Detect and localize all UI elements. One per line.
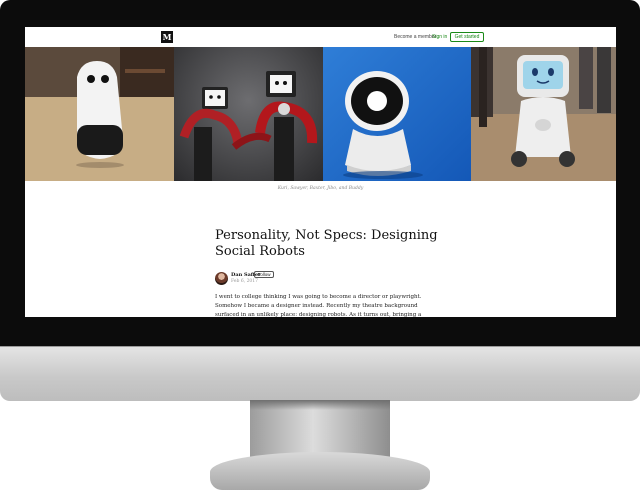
article-body: I went to college thinking I was going t…	[215, 294, 422, 317]
become-member-link[interactable]: Become a member	[394, 34, 436, 40]
sign-in-link[interactable]: Sign in	[432, 34, 447, 40]
get-started-button[interactable]: Get started	[450, 32, 484, 42]
monitor-stand-shadow	[250, 400, 390, 410]
medium-logo[interactable]: M	[161, 31, 173, 43]
kuri-robot-image	[25, 47, 174, 181]
sawyer-baxter-robots-image	[174, 47, 323, 181]
hero-image-strip	[25, 47, 616, 181]
browser-screen: M Become a member Sign in Get started Ku…	[25, 27, 616, 317]
post-date: Feb 6, 2017	[231, 279, 259, 284]
monitor-chin	[0, 346, 640, 401]
site-header: M Become a member Sign in Get started	[25, 27, 616, 47]
hero-caption: Kuri, Sawyer, Baxter, Jibo, and Buddy	[277, 186, 364, 191]
monitor-stand-base	[210, 452, 430, 490]
author-avatar[interactable]	[215, 272, 228, 285]
article-title: Personality, Not Specs: Designing Social…	[215, 228, 438, 259]
follow-button[interactable]: Follow	[254, 271, 274, 278]
jibo-robot-image	[323, 47, 471, 181]
buddy-robot-image	[471, 47, 616, 181]
